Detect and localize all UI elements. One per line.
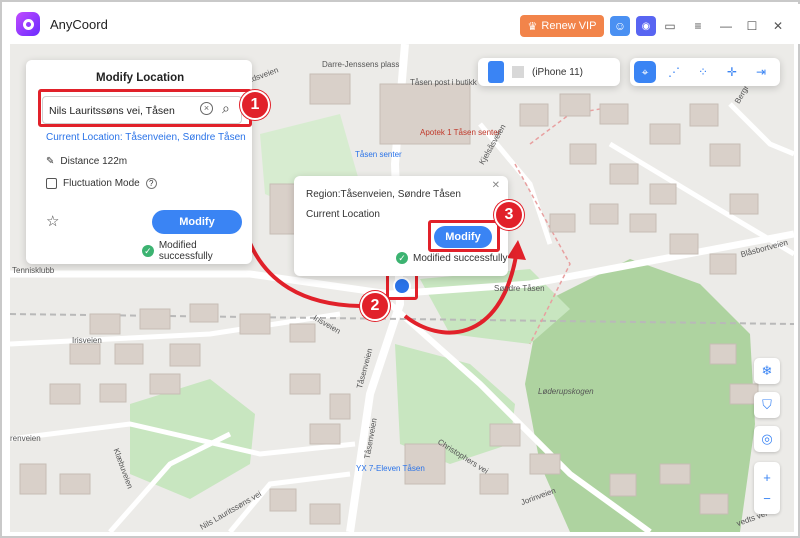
distance-text: Distance 122m (60, 156, 128, 167)
search-highlight-box (38, 89, 252, 127)
maximize-icon[interactable]: ☐ (742, 16, 762, 36)
map-label-tennis: Tennisklubb (12, 266, 55, 275)
map-label-renveien: renveien (10, 434, 41, 443)
device-name-mask (512, 66, 524, 78)
app-title: AnyCoord (50, 17, 108, 32)
mode-toolbar: ⌖ ⋰ ⁘ ✛ ⇥ (630, 58, 780, 86)
map-label-apotek: Apotek 1 Tåsen senter (420, 128, 501, 137)
map-label-7eleven: YX 7-Eleven Tåsen (356, 464, 425, 473)
zoom-in-icon[interactable]: + (763, 470, 771, 485)
help-icon[interactable]: ? (145, 178, 157, 189)
popup-success-text: Modified successfully (413, 252, 508, 264)
zoom-control: + − (754, 462, 780, 514)
snowflake-icon[interactable]: ❄ (754, 358, 780, 384)
phone-icon (488, 61, 504, 83)
map-label-loderup: Løderupskogen (538, 387, 594, 396)
discord-icon[interactable]: ◉ (636, 16, 656, 36)
success-check-icon: ✓ (142, 245, 154, 257)
current-location-text: Current Location: Tåsenveien, Søndre Tås… (46, 132, 246, 143)
menu-icon[interactable]: ≡ (688, 16, 708, 36)
fluctuation-checkbox[interactable] (46, 178, 57, 189)
close-icon[interactable]: ✕ (768, 16, 788, 36)
favorite-star-icon[interactable]: ☆ (46, 212, 59, 230)
popup-modify-highlight-box (428, 220, 500, 252)
modify-location-mode-icon[interactable]: ⌖ (634, 61, 656, 83)
popup-current-text: Current Location (306, 209, 380, 220)
map-label-darre: Darre-Jenssens plass (322, 60, 400, 69)
minimize-icon[interactable]: — (716, 16, 736, 36)
title-bar: AnyCoord ♛ Renew VIP ☺ ◉ ▭ ≡ — ☐ ✕ (4, 4, 800, 44)
fluctuation-label: Fluctuation Mode (63, 178, 140, 189)
step-2-badge: 2 (360, 291, 390, 321)
crown-icon: ♛ (527, 20, 538, 33)
app-window: AnyCoord ♛ Renew VIP ☺ ◉ ▭ ≡ — ☐ ✕ Darre… (0, 0, 800, 538)
shield-icon[interactable]: ⛉ (754, 392, 780, 418)
exit-icon[interactable]: ⇥ (750, 61, 772, 83)
map-view[interactable]: Darre-Jenssens plass Tåsen post i butikk… (10, 44, 794, 532)
step-3-badge: 3 (494, 200, 524, 230)
one-stop-mode-icon[interactable]: ⋰ (663, 61, 685, 83)
success-text: Modified successfully (158, 240, 213, 262)
popup-region-text: Region:Tåsenveien, Søndre Tåsen (306, 189, 461, 200)
device-selector[interactable]: (iPhone 11) (478, 58, 620, 86)
locate-icon[interactable]: ◎ (754, 426, 780, 452)
map-label-sondre: Søndre Tåsen (494, 284, 545, 293)
pin-highlight-box (386, 272, 418, 300)
joystick-mode-icon[interactable]: ✛ (721, 61, 743, 83)
popup-success-check-icon: ✓ (396, 252, 408, 264)
popup-close-icon[interactable]: ✕ (492, 180, 500, 191)
panel-title: Modify Location (96, 72, 185, 84)
map-label-irisveien-1: Irisveien (72, 336, 102, 345)
renew-vip-button[interactable]: ♛ Renew VIP (520, 15, 604, 37)
user-icon[interactable]: ☺ (610, 16, 630, 36)
device-name: (iPhone 11) (532, 66, 583, 78)
map-label-post: Tåsen post i butikk (410, 78, 477, 87)
pencil-icon: ✎ (46, 156, 55, 167)
map-label-senter: Tåsen senter (355, 150, 402, 159)
modify-button[interactable]: Modify (152, 210, 242, 234)
multi-stop-mode-icon[interactable]: ⁘ (692, 61, 714, 83)
step-1-badge: 1 (240, 90, 270, 120)
zoom-out-icon[interactable]: − (763, 491, 771, 506)
renew-vip-label: Renew VIP (541, 20, 597, 32)
feedback-icon[interactable]: ▭ (660, 16, 680, 36)
app-logo-icon (16, 12, 40, 36)
